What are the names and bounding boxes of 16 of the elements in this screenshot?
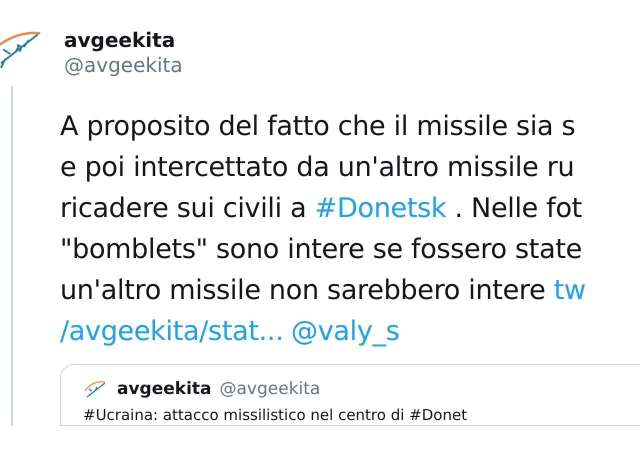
author-handle[interactable]: @avgeekita — [64, 52, 183, 78]
tweet-text-line: "bomblets" sono intere se fossero state — [60, 233, 583, 267]
hashtag-link[interactable]: #Donetsk — [314, 193, 446, 224]
quoted-tweet-card[interactable]: avgeekita @avgeekita #Ucraina: attacco missilistico nel centro di #Donet — [60, 364, 640, 426]
tweet-text-line: e poi intercettato da un'altro missile ru — [60, 151, 576, 185]
tweet-text: un'altro missile non sarebbero intere — [60, 275, 546, 306]
mention-link[interactable]: @valy_s — [291, 316, 400, 347]
tweet-text: . Nelle fot — [453, 193, 582, 224]
quoted-author-name: avgeekita — [117, 378, 212, 402]
quoted-author-handle: @avgeekita — [220, 378, 320, 402]
tweet-text-line: A proposito del fatto che il missile sia s — [60, 110, 576, 144]
url-link[interactable]: tw — [554, 275, 586, 306]
author-name[interactable]: avgeekita — [64, 28, 183, 52]
tweet-text: ricadere sui civili a — [60, 193, 308, 224]
url-link[interactable]: /avgeekita/stat... — [60, 316, 284, 347]
quoted-tweet-text: #Ucraina: attacco missilistico nel centro di #Donet — [83, 405, 468, 425]
